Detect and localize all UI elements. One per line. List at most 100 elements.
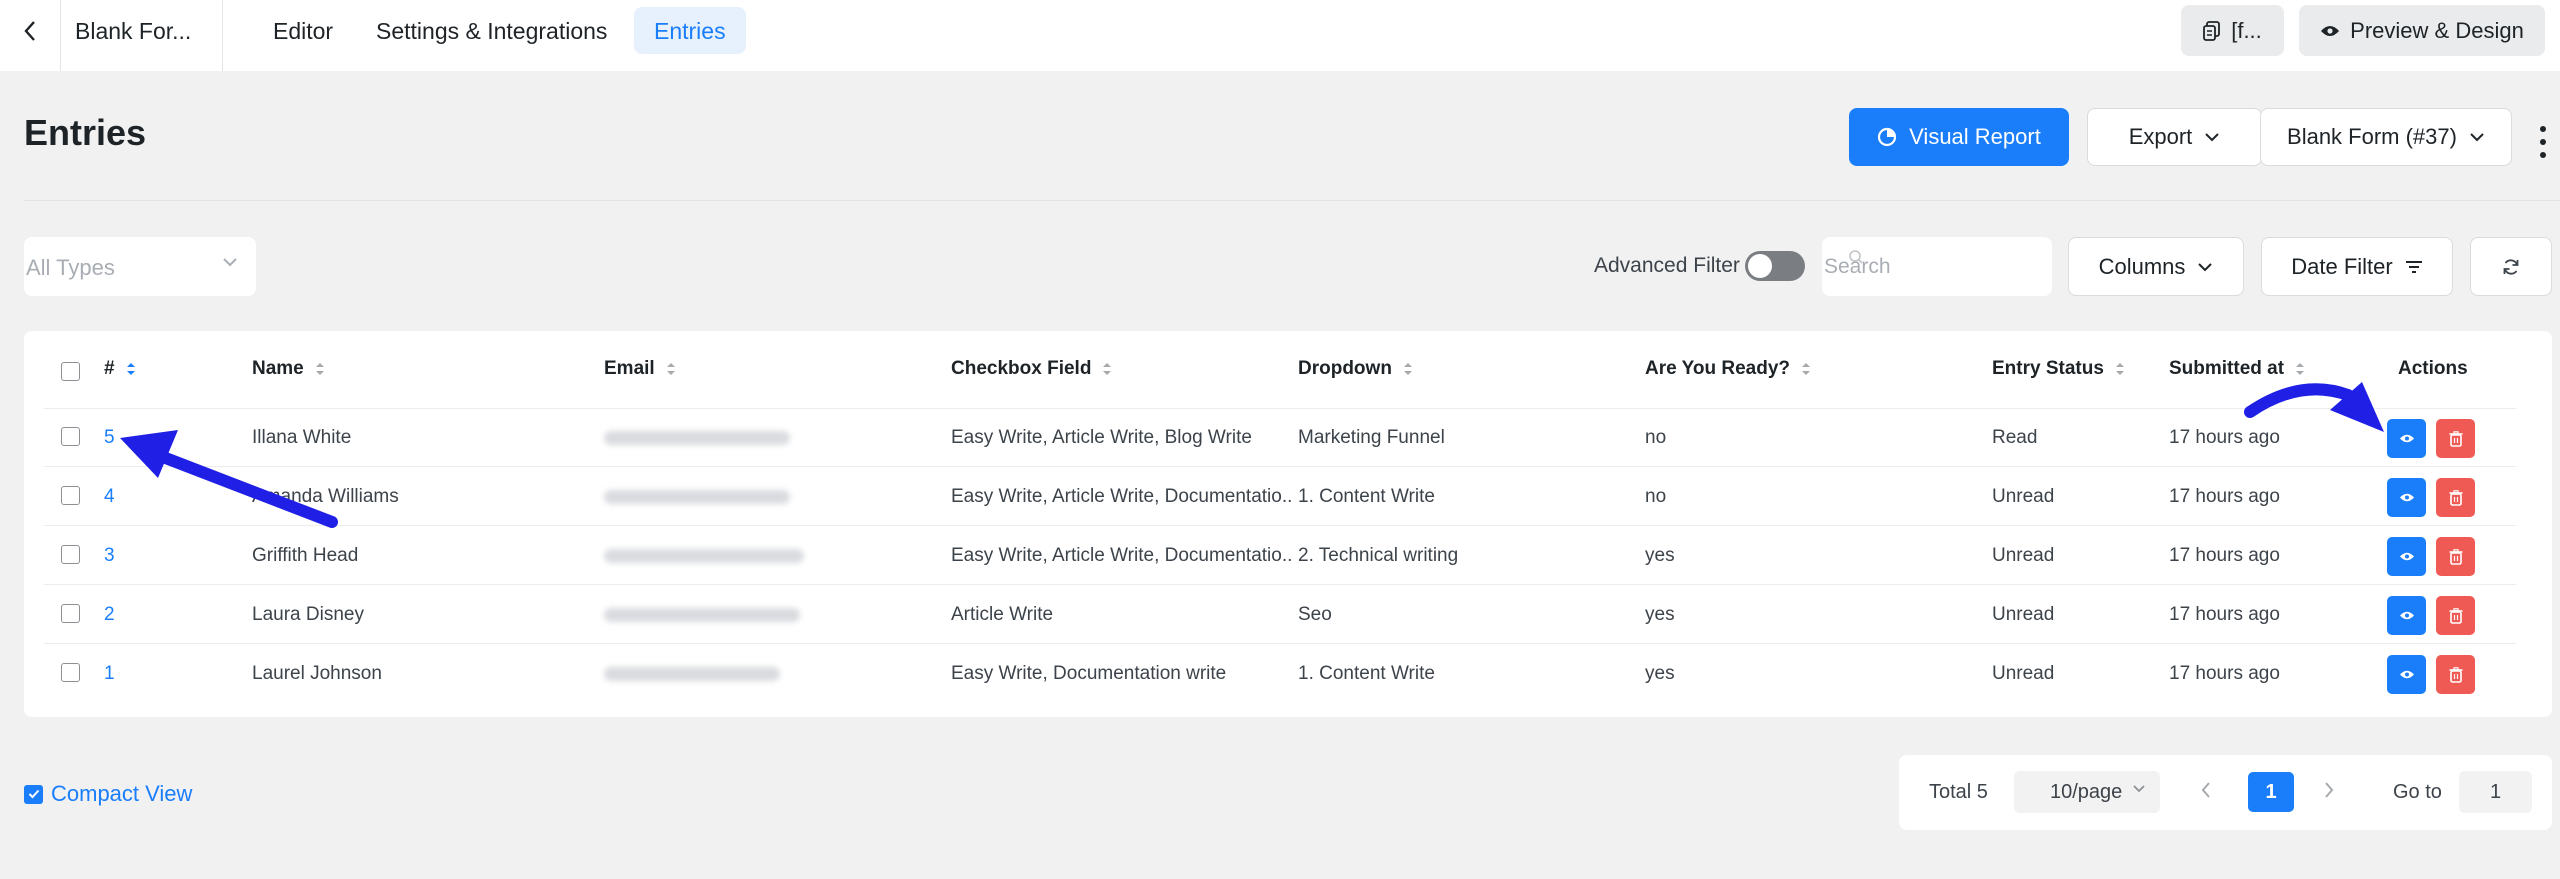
column-header-label: Name (252, 358, 304, 379)
preview-design-button[interactable]: Preview & Design (2299, 5, 2545, 56)
columns-button[interactable]: Columns (2068, 237, 2244, 296)
entry-ready: no (1645, 427, 1667, 448)
form-name: Blank For... (61, 0, 223, 71)
sort-icon (2296, 363, 2305, 375)
view-entry-button[interactable] (2387, 537, 2426, 576)
delete-entry-button[interactable] (2436, 655, 2475, 694)
total-count: Total 5 (1929, 781, 1988, 803)
entry-type-select[interactable]: All Types (24, 237, 256, 296)
search-input[interactable] (1822, 237, 2052, 296)
entry-id-link[interactable]: 3 (104, 545, 115, 567)
column-header-are-you-ready[interactable]: Are You Ready? (1645, 358, 1812, 380)
entry-id-link[interactable]: 1 (104, 663, 115, 685)
entry-checkbox-field: Easy Write, Article Write, Documentatio.… (951, 486, 1291, 507)
eye-icon (2321, 25, 2340, 36)
chevron-right-icon[interactable] (2323, 781, 2335, 799)
page-number-current[interactable]: 1 (2248, 772, 2294, 812)
form-selector-dropdown[interactable]: Blank Form (#37) (2260, 108, 2512, 166)
sort-icon (1403, 363, 1412, 375)
row-checkbox[interactable] (61, 427, 80, 446)
preview-design-label: Preview & Design (2350, 17, 2524, 43)
row-divider (44, 466, 2516, 467)
form-selector-label: Blank Form (#37) (2287, 124, 2457, 149)
chevron-left-icon[interactable] (2200, 781, 2212, 799)
entry-status: Read (1992, 427, 2038, 448)
tab-entries[interactable]: Entries (634, 7, 746, 54)
more-options-icon[interactable] (2536, 122, 2550, 162)
tab-settings-integrations[interactable]: Settings & Integrations (356, 7, 627, 54)
row-divider (44, 525, 2516, 526)
export-button[interactable]: Export (2087, 108, 2262, 166)
column-header-checkbox-field[interactable]: Checkbox Field (951, 358, 1113, 380)
compact-view-label: Compact View (51, 781, 193, 806)
visual-report-button[interactable]: Visual Report (1849, 108, 2069, 166)
entries-table (24, 331, 2552, 717)
advanced-filter-toggle[interactable] (1745, 251, 1805, 281)
view-entry-button[interactable] (2387, 419, 2426, 458)
goto-page-input[interactable]: 1 (2459, 771, 2532, 813)
sort-icon (1103, 363, 1112, 375)
date-filter-button[interactable]: Date Filter (2261, 237, 2453, 296)
redacted-email (604, 608, 800, 622)
column-header-actions: Actions (2398, 358, 2468, 380)
entry-status: Unread (1992, 486, 2055, 507)
row-checkbox[interactable] (61, 545, 80, 564)
sort-icon (2115, 363, 2124, 375)
column-header-label: # (104, 358, 115, 379)
column-header-label: Actions (2398, 358, 2468, 379)
column-header-email[interactable]: Email (604, 358, 677, 380)
row-divider (44, 643, 2516, 644)
page-size-select[interactable]: 10/page (2014, 771, 2160, 813)
select-all-checkbox[interactable] (61, 362, 80, 381)
column-header-dropdown[interactable]: Dropdown (1298, 358, 1414, 380)
delete-entry-button[interactable] (2436, 478, 2475, 517)
redacted-email (604, 667, 780, 681)
chevron-left-icon (24, 21, 35, 41)
delete-entry-button[interactable] (2436, 419, 2475, 458)
entry-id-link[interactable]: 5 (104, 427, 115, 449)
column-header-submitted-at[interactable]: Submitted at (2169, 358, 2306, 380)
row-divider (44, 584, 2516, 585)
view-entry-button[interactable] (2387, 596, 2426, 635)
trash-icon (2449, 548, 2462, 565)
row-checkbox[interactable] (61, 486, 80, 505)
entry-id-link[interactable]: 4 (104, 486, 115, 508)
eye-icon (2399, 552, 2414, 561)
entry-submitted-at: 17 hours ago (2169, 663, 2280, 684)
column-header-name[interactable]: Name (252, 358, 326, 380)
entry-name: Illana White (252, 427, 352, 448)
tab-editor[interactable]: Editor (253, 7, 353, 54)
row-checkbox[interactable] (61, 604, 80, 623)
refresh-button[interactable] (2470, 237, 2552, 296)
entry-ready: yes (1645, 545, 1675, 566)
view-entry-button[interactable] (2387, 478, 2426, 517)
entry-id-link[interactable]: 2 (104, 604, 115, 626)
entry-status: Unread (1992, 604, 2055, 625)
sort-icon (126, 363, 135, 375)
back-button[interactable] (0, 0, 61, 71)
view-entry-button[interactable] (2387, 655, 2426, 694)
sort-icon (1802, 363, 1811, 375)
delete-entry-button[interactable] (2436, 537, 2475, 576)
chevron-down-icon (223, 258, 237, 267)
row-checkbox[interactable] (61, 663, 80, 682)
row-divider (44, 408, 2516, 409)
redacted-email (604, 490, 790, 504)
entry-name: Griffith Head (252, 545, 359, 566)
entry-ready: yes (1645, 663, 1675, 684)
page-size-label: 10/page (2050, 781, 2123, 803)
pie-chart-icon (1878, 127, 1897, 147)
entry-dropdown: Seo (1298, 604, 1332, 625)
trash-icon (2449, 489, 2462, 506)
shortcode-button[interactable]: [f... (2181, 5, 2284, 56)
delete-entry-button[interactable] (2436, 596, 2475, 635)
entry-dropdown: 1. Content Write (1298, 663, 1435, 684)
column-header-entry-status[interactable]: Entry Status (1992, 358, 2126, 380)
export-label: Export (2128, 124, 2193, 149)
column-header-label: Are You Ready? (1645, 358, 1791, 379)
copy-icon (2203, 20, 2221, 41)
entry-dropdown: 1. Content Write (1298, 486, 1435, 507)
entry-ready: yes (1645, 604, 1675, 625)
compact-view-checkbox[interactable]: Compact View (24, 781, 192, 807)
column-header-id[interactable]: # (104, 358, 137, 380)
